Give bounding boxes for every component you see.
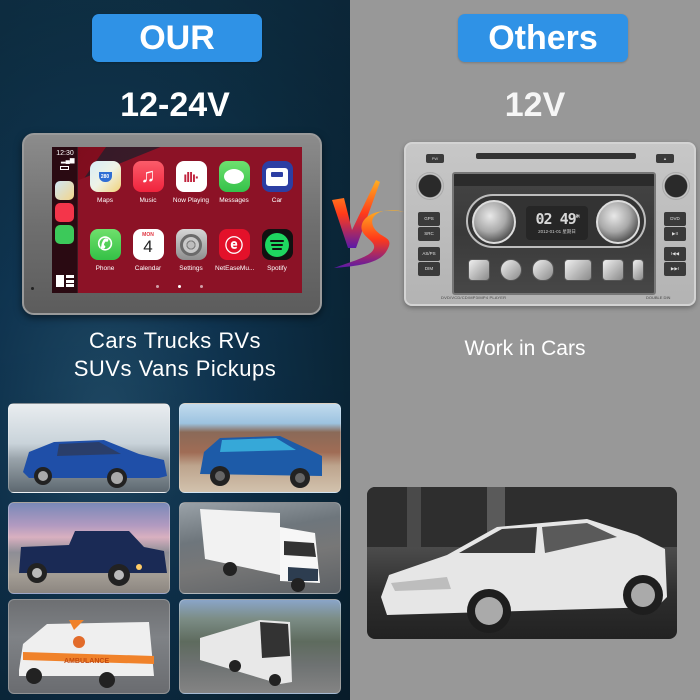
- dashboard-toggle-icon[interactable]: [56, 275, 74, 287]
- page-dot[interactable]: [156, 285, 159, 288]
- carplay-screen: 12:30 ▂▄▆ 280 Maps ♫ Music ıllı· Now Pla…: [52, 147, 302, 293]
- clock-cluster: 02 49PM 2012-01-01 星期日: [466, 194, 646, 248]
- calendar-icon: MON 4: [132, 229, 164, 260]
- tablet-mic-dot: [31, 287, 34, 290]
- vehicle-types-caption: Cars Trucks RVs SUVs Vans Pickups: [73, 328, 277, 381]
- double-din-radio: PW ▲ GPS SRC AS/PS DIM DVD ▶II I◀◀ ▶▶I 0…: [404, 142, 696, 306]
- vs-logo: [332, 180, 404, 268]
- radio-menu-icons: [464, 259, 648, 287]
- radio-screen: 02 49PM 2012-01-01 星期日: [452, 172, 656, 295]
- clock-time: 02 49: [535, 210, 577, 228]
- gps-button[interactable]: GPS: [418, 212, 440, 226]
- sidebar-maps-icon[interactable]: [55, 181, 74, 200]
- app-now-playing[interactable]: ıllı· Now Playing: [172, 161, 210, 204]
- photo-ambulance: AMBULANCE: [8, 599, 170, 694]
- volume-knob[interactable]: [416, 172, 444, 200]
- radio-menu-files-icon[interactable]: [468, 259, 490, 281]
- app-messages[interactable]: Messages: [215, 161, 253, 204]
- photo-pickup-truck: [8, 502, 170, 594]
- page-dot-active[interactable]: [178, 285, 181, 288]
- as-ps-button[interactable]: AS/PS: [418, 247, 440, 261]
- app-car[interactable]: Car: [258, 161, 296, 204]
- app-netease-music[interactable]: ⓔ NetEaseMu...: [215, 229, 254, 272]
- src-button[interactable]: SRC: [418, 227, 440, 241]
- eject-button[interactable]: ▲: [656, 154, 674, 163]
- photo-bus: [179, 599, 341, 694]
- page-dot[interactable]: [200, 285, 203, 288]
- ambulance-text: AMBULANCE: [64, 658, 109, 665]
- clock-date: 2012-01-01 星期日: [538, 229, 576, 234]
- sidebar-music-icon[interactable]: [55, 203, 74, 222]
- radio-menu-radio-icon[interactable]: [500, 259, 522, 281]
- status-time: 12:30: [56, 150, 74, 157]
- radio-menu-video-icon[interactable]: [564, 259, 592, 281]
- globe-icon: [596, 200, 640, 244]
- car-icon: [261, 161, 293, 192]
- clock-display: 02 49PM 2012-01-01 星期日: [526, 206, 588, 240]
- photo-sedan: [8, 403, 170, 493]
- previous-button[interactable]: I◀◀: [664, 247, 686, 261]
- spotify-icon: [261, 229, 293, 260]
- play-pause-button[interactable]: ▶II: [664, 227, 686, 241]
- app-phone[interactable]: ✆ Phone: [86, 229, 124, 272]
- radio-menu-music-icon[interactable]: [602, 259, 624, 281]
- others-voltage: 12V: [504, 86, 566, 124]
- our-voltage: 12-24V: [120, 86, 230, 124]
- radio-menu-usb-icon[interactable]: [632, 259, 644, 281]
- our-badge: OUR: [92, 14, 262, 62]
- phone-icon: ✆: [89, 229, 121, 260]
- photo-suv: [179, 403, 341, 493]
- photo-box-truck: [179, 502, 341, 594]
- signal-icon: ▂▄▆: [61, 158, 75, 164]
- netease-music-icon: ⓔ: [218, 229, 250, 260]
- maps-icon: 280: [89, 161, 121, 192]
- carplay-tablet: 12:30 ▂▄▆ 280 Maps ♫ Music ıllı· Now Pla…: [22, 133, 322, 315]
- next-button[interactable]: ▶▶I: [664, 262, 686, 276]
- app-settings[interactable]: Settings: [172, 229, 210, 272]
- dim-button[interactable]: DIM: [418, 262, 440, 276]
- photo-hatchback-grayscale: [367, 487, 677, 639]
- app-spotify[interactable]: Spotify: [258, 229, 296, 272]
- app-maps[interactable]: 280 Maps: [86, 161, 124, 204]
- carplay-sidebar: 12:30 ▂▄▆: [52, 147, 78, 293]
- radio-din-text: DOUBLE DIN: [646, 295, 671, 300]
- battery-icon: [60, 166, 69, 170]
- messages-icon: [218, 161, 250, 192]
- radio-menu-bluetooth-icon[interactable]: [532, 259, 554, 281]
- power-button[interactable]: PW: [426, 154, 444, 163]
- app-music[interactable]: ♫ Music: [129, 161, 167, 204]
- others-caption: Work in Cars: [464, 337, 586, 360]
- left-gauge-icon: [472, 200, 516, 244]
- sidebar-phone-icon[interactable]: [55, 225, 74, 244]
- app-calendar[interactable]: MON 4 Calendar: [129, 229, 167, 272]
- disc-slot: [476, 153, 636, 159]
- dvd-button[interactable]: DVD: [664, 212, 686, 226]
- radio-model-text: DVD/VCD/CD/MP3/MP4 PLAYER: [441, 295, 507, 300]
- tune-knob[interactable]: [662, 172, 690, 200]
- settings-icon: [175, 229, 207, 260]
- others-badge: Others: [458, 14, 628, 62]
- music-icon: ♫: [132, 161, 164, 192]
- now-playing-icon: ıllı·: [175, 161, 207, 192]
